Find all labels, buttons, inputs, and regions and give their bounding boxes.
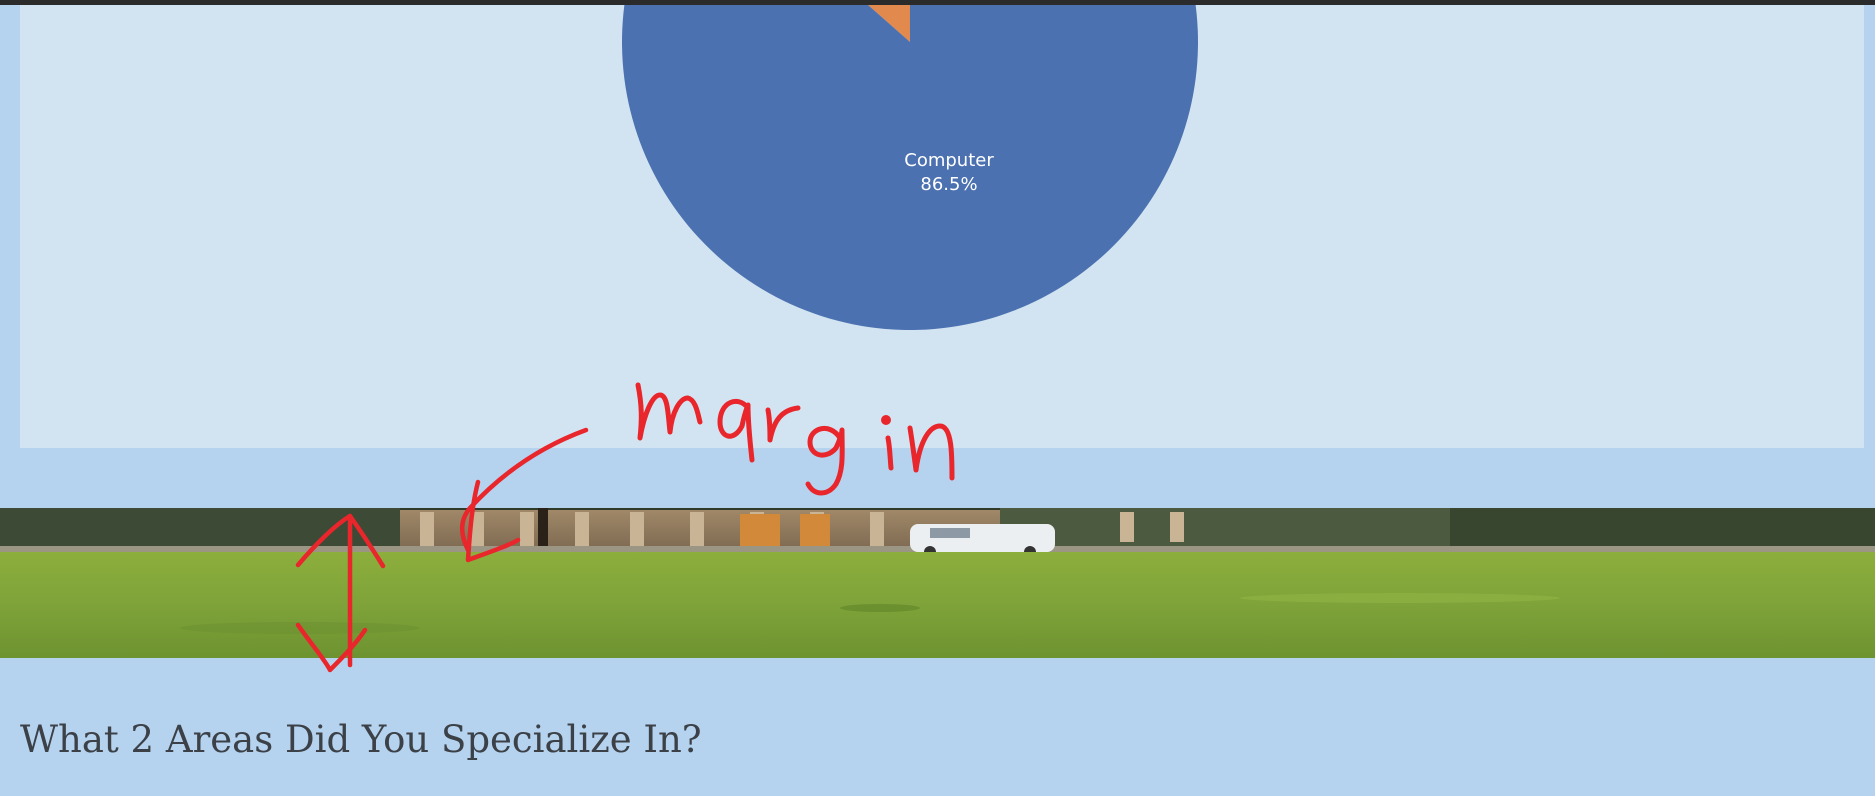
pie-chart: Computer 86.5%	[622, 5, 1198, 330]
campus-lawn-photo	[0, 508, 1875, 658]
pie-label-name: Computer	[904, 150, 994, 171]
section-heading: What 2 Areas Did You Specialize In?	[20, 718, 702, 761]
pie-label-value: 86.5%	[920, 174, 977, 195]
pie-chart-panel: Computer 86.5%	[20, 5, 1864, 448]
